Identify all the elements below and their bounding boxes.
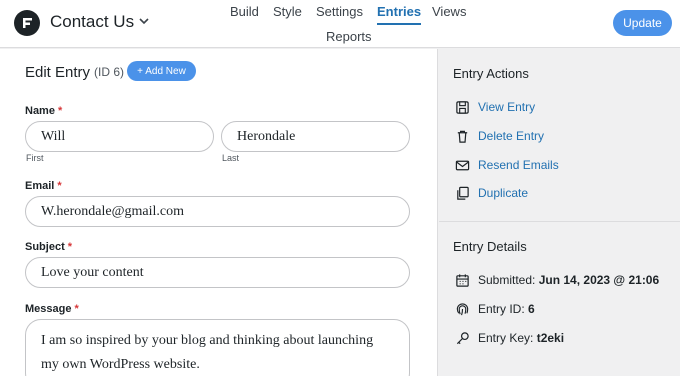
top-bar: Contact Us Build Style Settings Entries … — [0, 0, 680, 48]
trash-icon — [457, 130, 468, 143]
fingerprint-icon — [456, 302, 469, 315]
envelope-icon — [455, 160, 470, 170]
duplicate-icon — [457, 186, 469, 200]
submitted-value: Jun 14, 2023 @ 21:06 — [538, 273, 660, 287]
required-mark: * — [58, 105, 63, 117]
email-field[interactable]: W.herondale@gmail.com — [25, 196, 410, 227]
tab-settings[interactable]: Settings — [316, 4, 363, 19]
tab-entries[interactable]: Entries — [377, 4, 422, 25]
last-sublabel: Last — [222, 153, 240, 163]
add-new-button[interactable]: + Add New — [127, 61, 196, 81]
entry-key-row: Entry Key: t2eki — [455, 329, 564, 347]
submitted-row: Submitted: Jun 14, 2023 @ 21:06 — [455, 271, 659, 289]
action-label: Resend Emails — [478, 158, 559, 172]
first-name-field[interactable]: Will — [25, 121, 214, 152]
delete-entry-link[interactable]: Delete Entry — [455, 127, 544, 145]
message-field[interactable]: I am so inspired by your blog and thinki… — [25, 319, 410, 376]
required-mark: * — [57, 180, 62, 192]
save-icon — [456, 100, 469, 114]
message-label: Message * — [25, 303, 79, 315]
action-label: Delete Entry — [478, 129, 545, 143]
calendar-icon — [456, 273, 469, 287]
key-icon — [456, 331, 469, 344]
action-label: View Entry — [478, 100, 536, 114]
entry-key-label: Entry Key: — [478, 331, 534, 345]
name-label: Name * — [25, 105, 63, 117]
subject-field[interactable]: Love your content — [25, 257, 410, 288]
entry-details-panel: Entry Details — [439, 222, 680, 376]
submitted-label: Submitted: — [478, 273, 536, 287]
view-entry-link[interactable]: View Entry — [455, 98, 535, 116]
tab-style[interactable]: Style — [273, 4, 302, 19]
required-mark: * — [67, 241, 73, 253]
entry-id-value: 6 — [528, 302, 535, 316]
email-label: Email * — [25, 180, 62, 192]
formidable-logo-icon[interactable] — [14, 10, 40, 36]
duplicate-link[interactable]: Duplicate — [455, 184, 528, 202]
page-title: Edit Entry — [25, 64, 91, 81]
subject-label: Subject * — [25, 241, 73, 253]
tab-views[interactable]: Views — [432, 4, 466, 19]
entry-details-title: Entry Details — [453, 239, 527, 254]
entry-id-label: (ID 6) — [94, 65, 124, 79]
resend-emails-link[interactable]: Resend Emails — [455, 156, 559, 174]
chevron-down-icon[interactable] — [138, 15, 150, 27]
entry-key-value: t2eki — [536, 331, 565, 345]
entry-id-row: Entry ID: 6 — [455, 300, 535, 318]
entry-actions-title: Entry Actions — [453, 66, 529, 81]
entry-id-detail-label: Entry ID: — [478, 302, 525, 316]
tab-build[interactable]: Build — [230, 4, 259, 19]
tab-reports[interactable]: Reports — [326, 29, 372, 44]
required-mark: * — [74, 303, 79, 315]
edit-entry-panel: Edit Entry (ID 6) + Add New Name * Will … — [0, 49, 438, 376]
action-label: Duplicate — [478, 186, 529, 200]
form-title[interactable]: Contact Us — [50, 12, 134, 32]
update-button[interactable]: Update — [613, 10, 672, 36]
first-sublabel: First — [26, 153, 44, 163]
last-name-field[interactable]: Herondale — [221, 121, 410, 152]
